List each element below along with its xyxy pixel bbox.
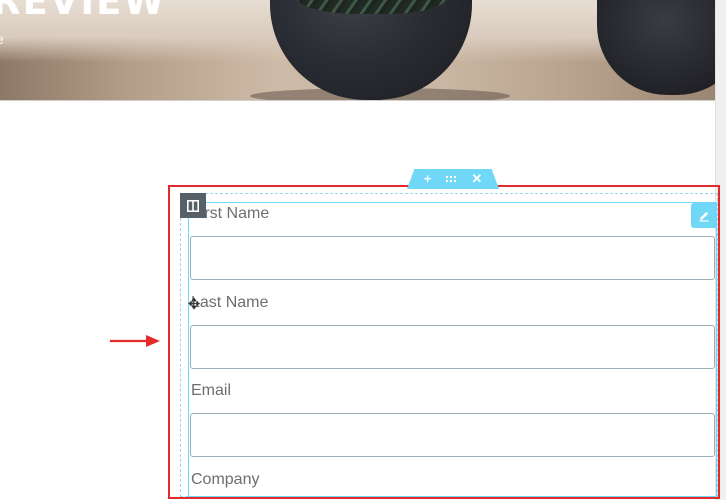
pencil-icon	[699, 211, 708, 222]
last-name-input[interactable]	[190, 325, 715, 369]
column-handle-overlay[interactable]	[180, 193, 206, 218]
first-name-input[interactable]	[190, 236, 715, 280]
move-cursor-icon: ✥	[187, 296, 201, 313]
last-name-label: Last Name	[191, 294, 269, 311]
section-handle[interactable]: + ✕	[407, 169, 499, 189]
hero-divider	[0, 100, 716, 101]
hero-title: REVIEW	[0, 0, 167, 23]
widget-edit-button[interactable]	[691, 203, 716, 228]
annotation-arrow-icon	[110, 335, 160, 347]
hero-subtitle: e	[0, 31, 4, 47]
drag-grip-icon[interactable]	[445, 169, 457, 189]
email-input[interactable]	[190, 413, 715, 457]
email-label: Email	[191, 382, 232, 399]
close-icon[interactable]: ✕	[471, 169, 482, 189]
plus-icon[interactable]: +	[424, 169, 432, 189]
company-label: Company	[191, 471, 260, 488]
hero-plant-pot	[270, 0, 472, 100]
column-icon	[187, 199, 199, 212]
hero-second-pot	[597, 0, 716, 95]
hero-banner: REVIEW e	[0, 0, 716, 100]
